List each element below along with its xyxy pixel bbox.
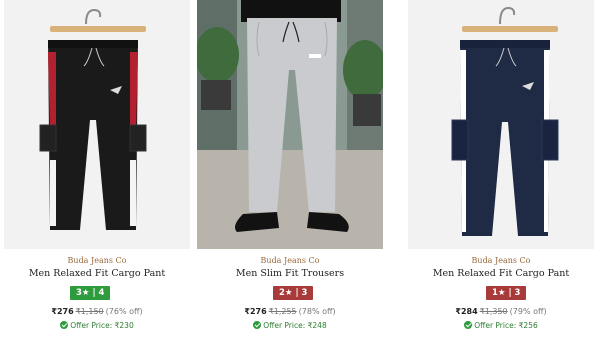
check-circle-icon	[253, 321, 262, 329]
price-row: ₹276 ₹1,255 (78% off)	[197, 307, 383, 316]
product-card[interactable]: Buda Jeans Co Men Relaxed Fit Cargo Pant…	[4, 0, 190, 338]
mrp-price: ₹1,150	[75, 307, 104, 316]
sale-price: ₹276	[244, 307, 267, 316]
rating-badge: 2★ | 3	[273, 286, 314, 300]
sale-price: ₹284	[455, 307, 478, 316]
price-row: ₹284 ₹1,350 (79% off)	[408, 307, 594, 316]
product-card[interactable]: Buda Jeans Co Men Relaxed Fit Cargo Pant…	[408, 0, 594, 338]
rating-badge: 1★ | 3	[486, 286, 527, 300]
offer-price: Offer Price: ₹230	[70, 321, 134, 330]
product-name[interactable]: Men Relaxed Fit Cargo Pant	[4, 268, 190, 279]
offer-price-row: Offer Price: ₹248	[197, 321, 383, 330]
brand-name: Buda Jeans Co	[67, 256, 127, 265]
sale-price: ₹276	[51, 307, 74, 316]
grey-trousers-model-image[interactable]	[197, 0, 383, 249]
price-row: ₹276 ₹1,150 (76% off)	[4, 307, 190, 316]
offer-price: Offer Price: ₹248	[263, 321, 327, 330]
check-circle-icon	[464, 321, 473, 329]
black-cargo-pant-image[interactable]	[4, 0, 190, 249]
product-name[interactable]: Men Relaxed Fit Cargo Pant	[408, 268, 594, 279]
offer-price-row: Offer Price: ₹256	[408, 321, 594, 330]
navy-cargo-pant-image[interactable]	[408, 0, 594, 249]
product-card[interactable]: Buda Jeans Co Men Slim Fit Trousers 2★ |…	[197, 0, 383, 338]
discount-text: (79% off)	[509, 307, 547, 316]
discount-text: (78% off)	[298, 307, 336, 316]
check-circle-icon	[60, 321, 69, 329]
product-name[interactable]: Men Slim Fit Trousers	[197, 268, 383, 279]
mrp-price: ₹1,350	[479, 307, 508, 316]
discount-text: (76% off)	[105, 307, 143, 316]
rating-badge: 3★ | 4	[70, 286, 111, 300]
mrp-price: ₹1,255	[268, 307, 297, 316]
offer-price: Offer Price: ₹256	[474, 321, 538, 330]
brand-name: Buda Jeans Co	[471, 256, 531, 265]
offer-price-row: Offer Price: ₹230	[4, 321, 190, 330]
brand-name: Buda Jeans Co	[260, 256, 320, 265]
